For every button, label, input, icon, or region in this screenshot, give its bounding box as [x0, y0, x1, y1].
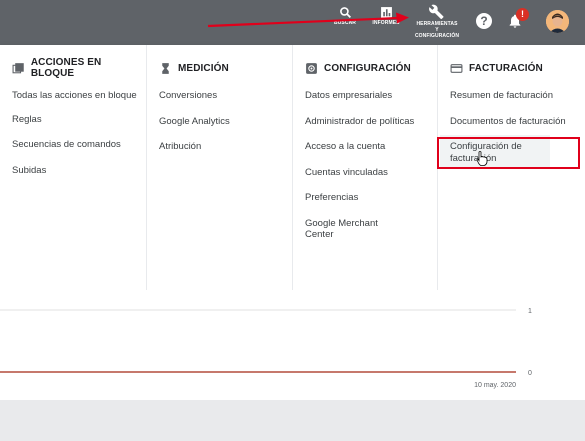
credit-card-icon	[450, 63, 463, 73]
column-heading: ACCIONES EN BLOQUE	[12, 57, 146, 79]
menu-item-attribution[interactable]: Atribución	[159, 141, 287, 153]
search-label: BUSCAR	[334, 20, 356, 26]
hourglass-icon	[162, 62, 169, 74]
menu-item-linked-accounts[interactable]: Cuentas vinculadas	[305, 167, 432, 179]
column-heading: MEDICIÓN	[159, 61, 229, 75]
column-measurement: MEDICIÓN Conversiones Google Analytics A…	[146, 45, 293, 290]
menu-item-account-access[interactable]: Acceso a la cuenta	[305, 141, 432, 153]
column-heading: FACTURACIÓN	[450, 61, 543, 75]
menu-item-conversions[interactable]: Conversiones	[159, 90, 287, 102]
menu-item-scripts[interactable]: Secuencias de comandos	[12, 139, 140, 151]
column-title-setup: CONFIGURACIÓN	[324, 62, 411, 74]
menu-item-business-data[interactable]: Datos empresariales	[305, 90, 432, 102]
tools-and-settings-button[interactable]: HERRAMIENTAS Y CONFIGURACIÓN	[412, 4, 462, 39]
column-title-billing: FACTURACIÓN	[469, 62, 543, 74]
reports-label: INFORMES	[372, 20, 400, 26]
column-title-measurement: MEDICIÓN	[178, 62, 229, 74]
column-heading: CONFIGURACIÓN	[305, 61, 411, 75]
avatar[interactable]	[546, 10, 569, 33]
tools-menu-panel: ACCIONES EN BLOQUE Todas las acciones en…	[0, 45, 585, 290]
menu-item-billing-documents[interactable]: Documentos de facturación	[450, 116, 580, 128]
column-title-bulk: ACCIONES EN BLOQUE	[30, 57, 102, 79]
x-tick-label: 10 may. 2020	[474, 382, 516, 389]
performance-chart: 1 0 10 may. 2020	[0, 290, 585, 400]
y-tick-label: 1	[528, 308, 532, 315]
reports-button[interactable]: INFORMES	[370, 6, 402, 26]
wrench-icon	[429, 4, 444, 20]
tools-label: HERRAMIENTAS Y CONFIGURACIÓN	[414, 21, 460, 39]
menu-item-rules[interactable]: Reglas	[12, 114, 140, 126]
menu-item-google-analytics[interactable]: Google Analytics	[159, 116, 287, 128]
column-setup: CONFIGURACIÓN Datos empresariales Admini…	[292, 45, 438, 290]
menu-item-uploads[interactable]: Subidas	[12, 165, 140, 177]
menu-item-google-merchant-center[interactable]: Google Merchant Center	[305, 218, 390, 241]
search-button[interactable]: BUSCAR	[333, 6, 357, 26]
reports-icon	[380, 7, 392, 18]
settings-icon	[306, 62, 317, 74]
top-bar: BUSCAR INFORMES HERRAMIENTAS Y CONFIGURA…	[0, 0, 585, 45]
line-chart: 1 0 10 may. 2020	[0, 308, 532, 389]
menu-item-all-bulk-actions[interactable]: Todas las acciones en bloque	[12, 90, 140, 102]
menu-item-preferences[interactable]: Preferencias	[305, 192, 432, 204]
search-icon	[339, 7, 351, 18]
bulk-actions-icon	[12, 62, 24, 73]
menu-item-policy-manager[interactable]: Administrador de políticas	[305, 116, 432, 128]
notification-badge: !	[516, 8, 529, 21]
column-bulk-actions: ACCIONES EN BLOQUE Todas las acciones en…	[0, 45, 146, 290]
y-tick-label: 0	[528, 370, 532, 377]
user-photo-icon	[546, 10, 569, 33]
help-icon[interactable]: ?	[476, 13, 492, 29]
menu-item-billing-summary[interactable]: Resumen de facturación	[450, 90, 580, 102]
column-billing: FACTURACIÓN Resumen de facturación Docum…	[437, 45, 585, 290]
hand-cursor-icon	[476, 151, 488, 166]
notifications-button[interactable]: !	[507, 8, 529, 31]
menu-item-billing-settings[interactable]: Configuración de facturación	[440, 135, 550, 168]
